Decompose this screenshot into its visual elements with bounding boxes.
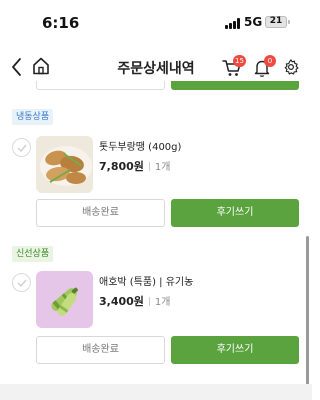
item-checkbox[interactable] <box>12 273 31 292</box>
product-image <box>36 271 93 328</box>
product-name: 애호박 (특품) | 유기농 <box>99 277 194 288</box>
previous-review-button[interactable] <box>171 81 299 90</box>
write-review-button[interactable]: 후기쓰기 <box>171 199 299 227</box>
network-type: 5G <box>244 15 263 29</box>
checkmark-icon <box>17 144 27 152</box>
product-price: 3,400원 <box>99 295 144 308</box>
notification-count-badge: 0 <box>264 55 276 67</box>
category-tag: 신선상품 <box>12 246 54 262</box>
gear-icon[interactable] <box>282 58 300 76</box>
battery-level: 21 <box>269 16 283 26</box>
section-divider <box>0 384 312 400</box>
item-checkbox[interactable] <box>12 138 31 157</box>
signal-icon <box>225 18 241 29</box>
battery-icon: 21 <box>265 16 287 28</box>
divider <box>148 162 150 171</box>
delivery-status-button[interactable]: 배송완료 <box>36 336 165 364</box>
battery-terminal <box>288 20 290 24</box>
previous-status-button[interactable] <box>36 81 165 90</box>
product-quantity: 1개 <box>154 297 171 308</box>
delivery-status-button[interactable]: 배송완료 <box>36 199 165 227</box>
product-name: 톳두부랑땡 (400g) <box>99 142 182 153</box>
product-price: 7,800원 <box>99 160 144 173</box>
order-item: 신선상품 애호박 (특품) | 유기농 3,400원 1개 배송완료 후기쓰기 <box>0 246 312 368</box>
category-tag: 냉동상품 <box>12 109 54 125</box>
product-image <box>36 136 93 193</box>
cart-count-badge: 15 <box>233 55 246 67</box>
status-time: 6:16 <box>42 14 80 32</box>
order-item: 냉동상품 톳두부랑땡 (400g) 7,800원 1개 배송완료 후기쓰기 <box>0 109 312 231</box>
status-bar: 6:16 5G 21 <box>0 0 312 46</box>
scrollbar[interactable] <box>306 236 309 400</box>
write-review-button[interactable]: 후기쓰기 <box>171 336 299 364</box>
divider <box>148 297 150 306</box>
product-quantity: 1개 <box>154 162 171 173</box>
price-row: 7,800원 1개 <box>99 155 171 173</box>
price-row: 3,400원 1개 <box>99 290 171 308</box>
checkmark-icon <box>17 279 27 287</box>
